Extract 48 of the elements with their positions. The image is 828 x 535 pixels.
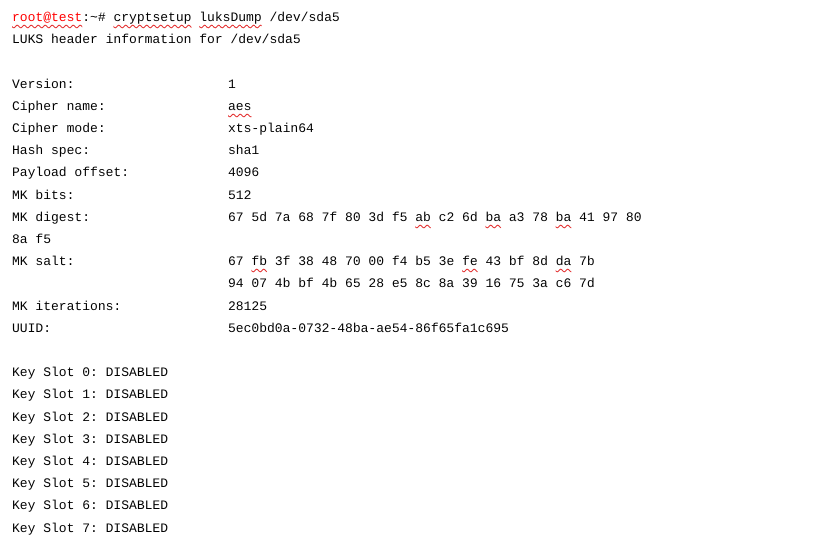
field-label: Payload offset: — [12, 164, 130, 182]
terminal-text: aes — [228, 98, 252, 116]
terminal-text: 4096 — [228, 164, 260, 182]
terminal-text: 67 — [228, 253, 245, 272]
field-label: MK salt: — [12, 253, 76, 272]
terminal-text: fe — [462, 253, 478, 272]
terminal-text: 512 — [228, 186, 252, 205]
terminal-text: ab — [415, 208, 431, 227]
key-slot-status: Key Slot 7: DISABLED — [12, 520, 170, 535]
terminal-text: :~# — [82, 9, 107, 27]
field-label: Cipher name: — [12, 98, 107, 116]
key-slot-status: Key Slot 5: DISABLED — [12, 475, 170, 494]
terminal-text: 7b — [578, 253, 595, 272]
terminal-text: 3f 38 48 70 00 f4 b5 3e — [274, 253, 456, 272]
field-label: Hash spec: — [12, 142, 92, 160]
terminal-text: 8a f5 — [12, 231, 52, 250]
terminal-text: luksDump — [199, 9, 262, 27]
terminal-text: 94 07 4b bf 4b 65 28 e5 8c 8a 39 16 75 3a c6 7d — [228, 275, 595, 294]
key-slot-status: Key Slot 3: DISABLED — [12, 430, 170, 449]
field-label: MK iterations: — [12, 298, 122, 316]
terminal-text: ba — [485, 208, 502, 227]
field-label: MK bits: — [12, 186, 76, 205]
field-label: Cipher mode: — [12, 120, 107, 138]
key-slot-status: Key Slot 4: DISABLED — [12, 453, 170, 472]
field-label: MK digest: — [12, 208, 92, 227]
terminal-text: ba — [556, 208, 572, 227]
key-slot-status: Key Slot 0: DISABLED — [12, 364, 170, 382]
terminal-text: da — [556, 253, 572, 272]
key-slot-status: Key Slot 1: DISABLED — [12, 386, 170, 404]
terminal-text: 67 5d 7a 68 7f 80 3d f5 — [228, 208, 408, 227]
terminal-text: 28125 — [228, 298, 268, 316]
terminal-text: xts-plain64 — [228, 120, 314, 138]
terminal-text: LUKS header information for /dev/sda5 — [12, 31, 302, 50]
terminal-text: a3 78 — [508, 208, 549, 227]
terminal-text: c2 6d — [438, 208, 479, 227]
terminal-text: 41 97 80 — [578, 208, 642, 227]
key-slot-status: Key Slot 2: DISABLED — [12, 408, 170, 427]
terminal-text: sha1 — [228, 142, 260, 160]
prompt-user: root@test — [12, 9, 82, 27]
terminal-text: 43 bf 8d — [484, 253, 549, 272]
key-slot-status: Key Slot 6: DISABLED — [12, 497, 170, 516]
terminal-text: 1 — [228, 76, 236, 94]
terminal-text: /dev/sda5 — [268, 9, 340, 27]
field-label: UUID: — [12, 320, 52, 338]
terminal-text: cryptsetup — [113, 9, 192, 27]
field-label: Version: — [12, 76, 76, 94]
terminal-text: fb — [251, 253, 268, 272]
terminal-text: 5ec0bd0a-0732-48ba-ae54-86f65fa1c695 — [228, 320, 509, 338]
